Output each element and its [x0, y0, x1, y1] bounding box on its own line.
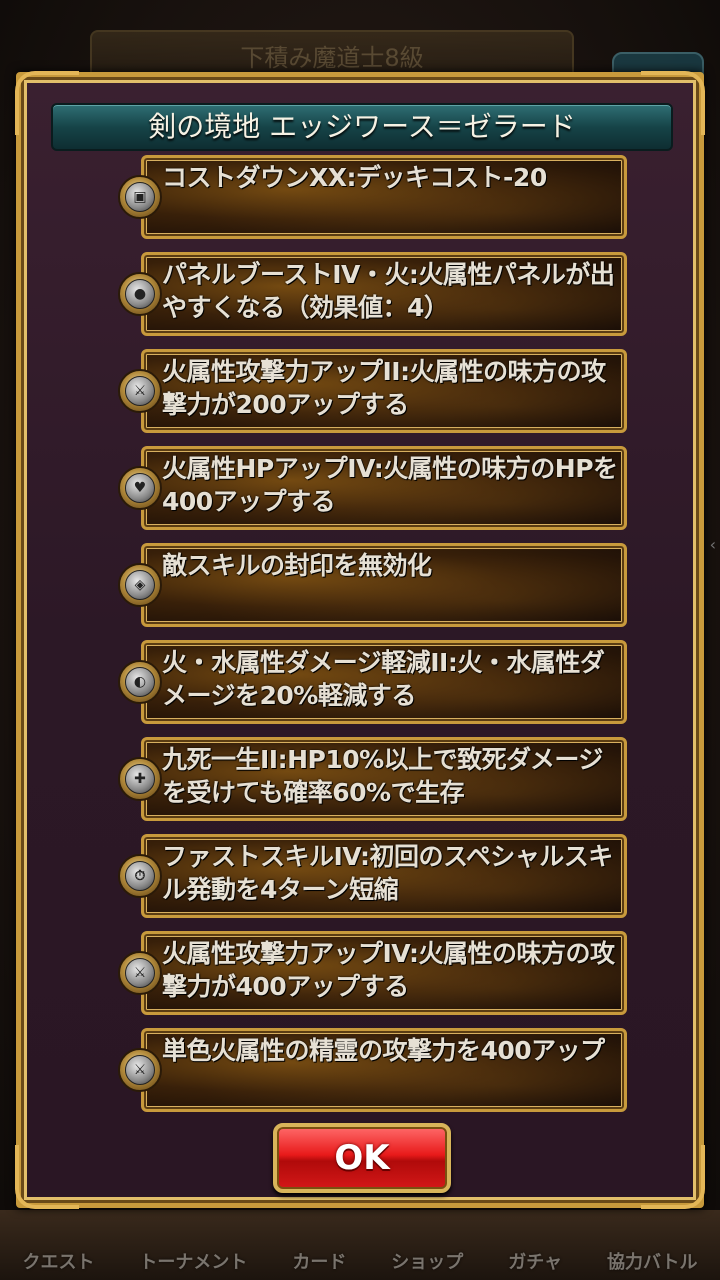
nav-quest: クエスト [22, 1252, 95, 1273]
skill-panel: 敵スキルの封印を無効化 [141, 543, 627, 627]
skill-panel: 火属性攻撃力アップII:火属性の味方の攻撃力が200アップする [141, 349, 627, 433]
nav-coop-battle: 協力バトル [606, 1252, 698, 1273]
skill-text: 火属性HPアップIV:火属性の味方のHPを400アップする [162, 454, 618, 516]
card-cost-icon: ▣ [118, 175, 162, 219]
skill-item: 火・水属性ダメージ軽減II:火・水属性ダメージを20%軽減する ◐ [111, 640, 631, 724]
skill-panel: 火・水属性ダメージ軽減II:火・水属性ダメージを20%軽減する [141, 640, 627, 724]
skill-text: 敵スキルの封印を無効化 [162, 551, 432, 580]
survive-icon: ✚ [118, 757, 162, 801]
skill-detail-modal: 剣の境地 エッジワース＝ゼラード コストダウンXX:デッキコスト-20 ▣ パネ… [15, 71, 705, 1209]
skill-panel: 火属性HPアップIV:火属性の味方のHPを400アップする [141, 446, 627, 530]
skill-panel: ファストスキルIV:初回のスペシャルスキル発動を4ターン短縮 [141, 834, 627, 918]
heart-up-icon: ♥ [118, 466, 162, 510]
skill-text: 火属性攻撃力アップIV:火属性の味方の攻撃力が400アップする [162, 939, 615, 1001]
shield-down-icon: ◐ [118, 660, 162, 704]
skill-item: 火属性攻撃力アップIV:火属性の味方の攻撃力が400アップする ⚔ [111, 931, 631, 1015]
bottom-nav: クエスト トーナメント カード ショップ ガチャ 協力バトル [0, 1210, 720, 1280]
skill-item: 単色火属性の精霊の攻撃力を400アップ ⚔ [111, 1028, 631, 1112]
nav-gacha: ガチャ [508, 1252, 563, 1273]
skill-item: 火属性攻撃力アップII:火属性の味方の攻撃力が200アップする ⚔ [111, 349, 631, 433]
sword-up-icon: ⚔ [118, 1048, 162, 1092]
fast-skill-icon: ⏱ [118, 854, 162, 898]
skill-text: ファストスキルIV:初回のスペシャルスキル発動を4ターン短縮 [162, 842, 613, 904]
skill-text: コストダウンXX:デッキコスト-20 [162, 163, 547, 192]
modal-title: 剣の境地 エッジワース＝ゼラード [51, 103, 673, 151]
skill-item: 火属性HPアップIV:火属性の味方のHPを400アップする ♥ [111, 446, 631, 530]
side-arrow-icon: ‹ [709, 535, 716, 554]
skill-item: コストダウンXX:デッキコスト-20 ▣ [111, 155, 631, 239]
skill-panel: 単色火属性の精霊の攻撃力を400アップ [141, 1028, 627, 1112]
panel-boost-icon: ● [118, 272, 162, 316]
skill-text: 火属性攻撃力アップII:火属性の味方の攻撃力が200アップする [162, 357, 606, 419]
skill-list: コストダウンXX:デッキコスト-20 ▣ パネルブーストIV・火:火属性パネルが… [111, 155, 631, 1125]
skill-panel: パネルブーストIV・火:火属性パネルが出やすくなる（効果値：4） [141, 252, 627, 336]
skill-item: ファストスキルIV:初回のスペシャルスキル発動を4ターン短縮 ⏱ [111, 834, 631, 918]
skill-text: 火・水属性ダメージ軽減II:火・水属性ダメージを20%軽減する [162, 648, 605, 710]
skill-panel: コストダウンXX:デッキコスト-20 [141, 155, 627, 239]
skill-panel: 九死一生II:HP10%以上で致死ダメージを受けても確率60%で生存 [141, 737, 627, 821]
skill-panel: 火属性攻撃力アップIV:火属性の味方の攻撃力が400アップする [141, 931, 627, 1015]
seal-guard-icon: ◈ [118, 563, 162, 607]
sword-up-icon: ⚔ [118, 951, 162, 995]
nav-shop: ショップ [391, 1252, 464, 1273]
ornament-corner [15, 1145, 79, 1209]
skill-item: 九死一生II:HP10%以上で致死ダメージを受けても確率60%で生存 ✚ [111, 737, 631, 821]
skill-text: 単色火属性の精霊の攻撃力を400アップ [162, 1036, 605, 1065]
nav-card: カード [292, 1252, 347, 1273]
ok-button[interactable]: OK [273, 1123, 451, 1193]
sword-up-icon: ⚔ [118, 369, 162, 413]
ornament-corner [641, 1145, 705, 1209]
skill-text: 九死一生II:HP10%以上で致死ダメージを受けても確率60%で生存 [162, 745, 603, 807]
skill-text: パネルブーストIV・火:火属性パネルが出やすくなる（効果値：4） [162, 260, 615, 322]
nav-tournament: トーナメント [139, 1252, 248, 1273]
skill-item: 敵スキルの封印を無効化 ◈ [111, 543, 631, 627]
skill-item: パネルブーストIV・火:火属性パネルが出やすくなる（効果値：4） ● [111, 252, 631, 336]
